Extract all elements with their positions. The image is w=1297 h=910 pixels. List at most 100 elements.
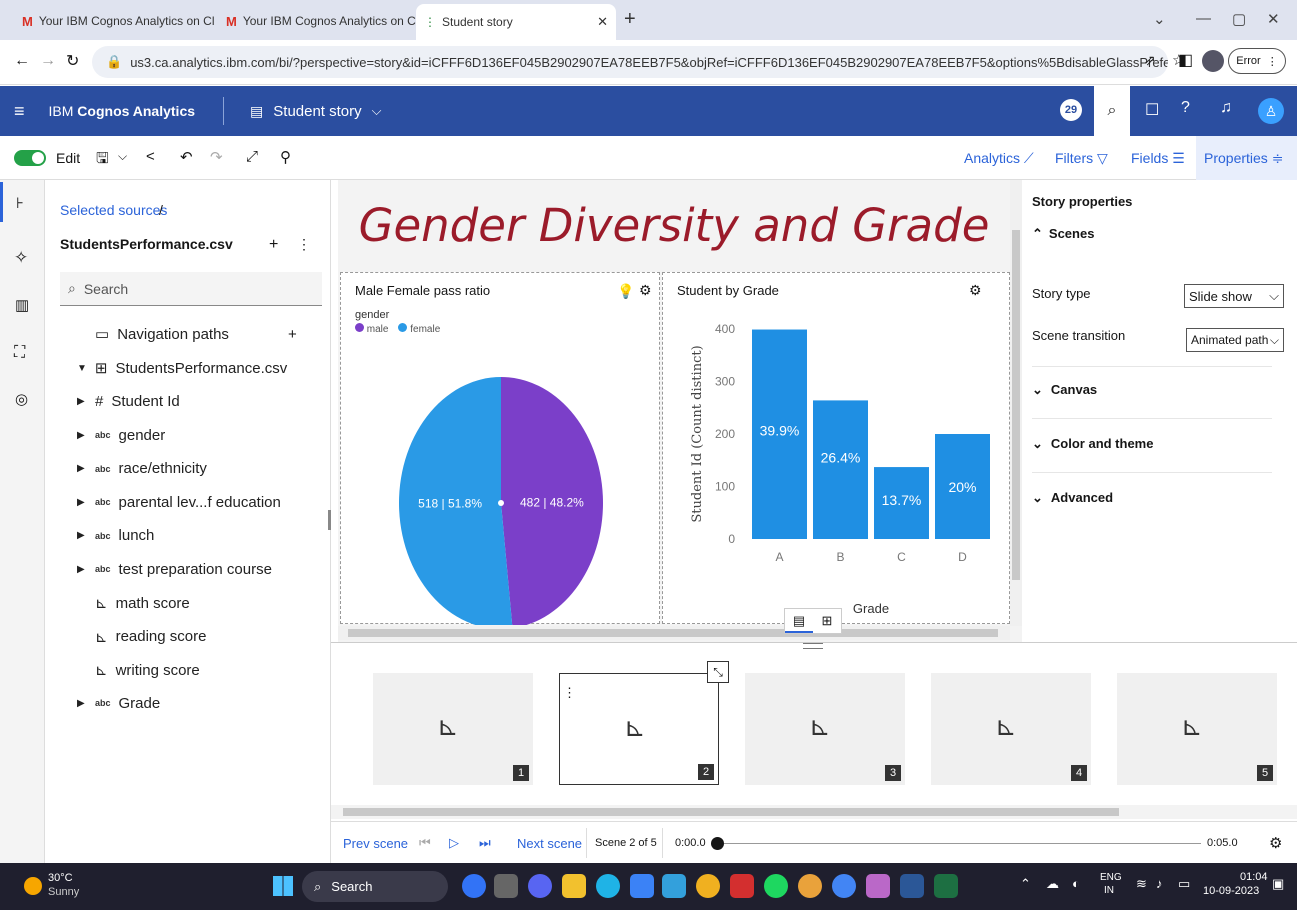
tree-item-field[interactable]: ▶ abc lunch: [77, 527, 154, 544]
browser-tab-1[interactable]: M Your IBM Cognos Analytics on Cl ✕: [14, 6, 214, 36]
expand-scene-icon[interactable]: ⤡: [707, 661, 729, 683]
profile-avatar[interactable]: [1202, 50, 1224, 72]
visualizations-icon[interactable]: ▥: [15, 296, 29, 314]
properties-button[interactable]: Properties ≑: [1196, 136, 1297, 180]
bar-B[interactable]: [813, 400, 868, 539]
word-icon[interactable]: [900, 874, 924, 898]
data-tree-icon[interactable]: ⊦: [16, 194, 24, 212]
list-view-icon[interactable]: ▤: [785, 609, 813, 633]
more-options-icon[interactable]: ⋮: [297, 236, 311, 253]
error-button[interactable]: Error ⋮: [1228, 48, 1286, 74]
scene-thumbnail[interactable]: ⊾ 3: [745, 673, 905, 785]
windows-start-icon[interactable]: [273, 876, 293, 896]
back-icon[interactable]: ←: [14, 52, 30, 70]
canvas-horizontal-scrollbar[interactable]: [338, 626, 1010, 640]
scene-menu-icon[interactable]: ⋮: [563, 685, 576, 701]
task-view-icon[interactable]: [494, 874, 518, 898]
share-icon[interactable]: ⇗: [1144, 52, 1156, 69]
browser-tab-3[interactable]: ⋮ Student story ✕: [416, 4, 616, 40]
file-explorer-icon[interactable]: [562, 874, 586, 898]
clock-time[interactable]: 01:04: [1240, 871, 1268, 883]
excel-icon[interactable]: [934, 874, 958, 898]
widgets-icon[interactable]: ◎: [15, 390, 28, 408]
edit-toggle[interactable]: [14, 150, 46, 166]
story-name[interactable]: Student story: [273, 103, 361, 120]
sidebar-icon[interactable]: ◧: [1178, 50, 1193, 70]
weather-temp[interactable]: 30°C: [48, 872, 73, 884]
prev-scene-button[interactable]: Prev scene: [343, 836, 408, 851]
edge-icon[interactable]: [596, 874, 620, 898]
canvas-vertical-scrollbar[interactable]: [1010, 180, 1022, 626]
expand-icon[interactable]: ⤢: [246, 148, 258, 165]
new-tab-icon[interactable]: +: [624, 8, 636, 31]
timeline-scrollbar[interactable]: [331, 805, 1297, 819]
story-type-select[interactable]: Slide show ⌵: [1184, 284, 1284, 308]
chrome-active-icon[interactable]: [832, 874, 856, 898]
tree-item-field[interactable]: ▶ # Student Id: [77, 393, 180, 410]
tree-item-field[interactable]: ▶ abc Grade: [77, 695, 160, 712]
store-icon[interactable]: [630, 874, 654, 898]
app-brand[interactable]: IBM Cognos Analytics: [49, 103, 196, 119]
tray-app-icon[interactable]: ◐: [1072, 876, 1080, 891]
play-icon[interactable]: ▷: [449, 835, 459, 851]
hamburger-menu-icon[interactable]: ≡: [14, 101, 25, 122]
pin-icon[interactable]: ⚲: [280, 148, 291, 166]
chat-icon[interactable]: ☐: [1145, 100, 1159, 120]
shapes-icon[interactable]: ⛶: [14, 344, 25, 362]
scene-thumbnail[interactable]: ⊾ 2: [559, 673, 719, 785]
bar-chart-widget[interactable]: Student by Grade ⚙ 0 100 200 300 400 Student …: [662, 272, 1010, 624]
mcafee-icon[interactable]: [730, 874, 754, 898]
taskbar-search[interactable]: ⌕ Search: [302, 871, 448, 902]
chevron-down-icon[interactable]: ⌵: [372, 103, 382, 119]
skip-back-icon[interactable]: ⏮: [419, 835, 431, 851]
scene-thumbnail[interactable]: ⊾ 4: [931, 673, 1091, 785]
search-icon[interactable]: ⌕: [1094, 86, 1130, 136]
add-navigation-path-icon[interactable]: +: [288, 326, 297, 343]
app-icon-chat[interactable]: [528, 874, 552, 898]
reload-icon[interactable]: ↻: [66, 51, 79, 71]
volume-icon[interactable]: ♪: [1156, 876, 1163, 891]
playback-slider[interactable]: [717, 843, 1201, 844]
tree-item-field[interactable]: ▶ abc parental lev...f education: [77, 494, 281, 511]
minimize-icon[interactable]: —: [1196, 10, 1211, 27]
grid-view-icon[interactable]: ⊞: [813, 609, 841, 633]
settings-gear-icon[interactable]: ⚙: [1269, 834, 1282, 852]
help-icon[interactable]: ?: [1181, 99, 1190, 117]
notification-icon[interactable]: ▣: [1272, 876, 1284, 892]
panel-resize-handle[interactable]: [328, 510, 331, 530]
url-field[interactable]: 🔒 us3.ca.analytics.ibm.com/bi/?perspecti…: [92, 46, 1168, 78]
skip-forward-icon[interactable]: ⏭: [479, 835, 491, 851]
forward-icon[interactable]: →: [40, 52, 56, 70]
user-icon[interactable]: ♙: [1258, 98, 1284, 124]
tray-chevron-icon[interactable]: ⌃: [1020, 876, 1031, 892]
tree-item-field[interactable]: ▶ abc race/ethnicity: [77, 460, 207, 477]
save-menu-chevron-icon[interactable]: ⌵: [118, 149, 127, 164]
tab-search-icon[interactable]: ⌄: [1153, 10, 1166, 28]
redo-icon[interactable]: ↷: [210, 148, 223, 166]
slider-knob[interactable]: [711, 837, 724, 850]
tree-item-field[interactable]: ⊾ math score: [77, 594, 190, 613]
next-scene-button[interactable]: Next scene: [517, 836, 582, 851]
add-source-icon[interactable]: +: [269, 236, 278, 254]
share-icon[interactable]: <: [146, 148, 155, 165]
snipping-tool-icon[interactable]: [866, 874, 890, 898]
tree-item-field[interactable]: ⊾ reading score: [77, 628, 206, 646]
spotify-icon[interactable]: [764, 874, 788, 898]
advanced-section[interactable]: ⌄ Advanced: [1032, 490, 1113, 506]
tree-item-field[interactable]: ▶ abc test preparation course: [77, 561, 272, 578]
tree-item-dataset[interactable]: ▼ ⊞ StudentsPerformance.csv: [77, 359, 287, 378]
close-tab-icon[interactable]: ✕: [597, 14, 608, 30]
app-icon-game[interactable]: [696, 874, 720, 898]
analytics-button[interactable]: Analytics ⟋: [964, 150, 1034, 167]
color-theme-section[interactable]: ⌄ Color and theme: [1032, 436, 1153, 452]
browser-tab-2[interactable]: M Your IBM Cognos Analytics on Cl ✕: [218, 6, 418, 36]
restore-icon[interactable]: ▢: [1232, 10, 1246, 28]
scene-transition-select[interactable]: Animated path ⌵: [1186, 328, 1284, 352]
pin-icon[interactable]: ✧: [14, 248, 28, 268]
wifi-icon[interactable]: ≋: [1136, 876, 1147, 892]
chrome-icon[interactable]: [798, 874, 822, 898]
fields-button[interactable]: Fields ☰: [1131, 150, 1185, 167]
search-input[interactable]: ⌕ Search: [60, 272, 322, 306]
language-label[interactable]: ENG: [1100, 872, 1122, 883]
scenes-section[interactable]: ⌃ Scenes: [1032, 226, 1094, 242]
